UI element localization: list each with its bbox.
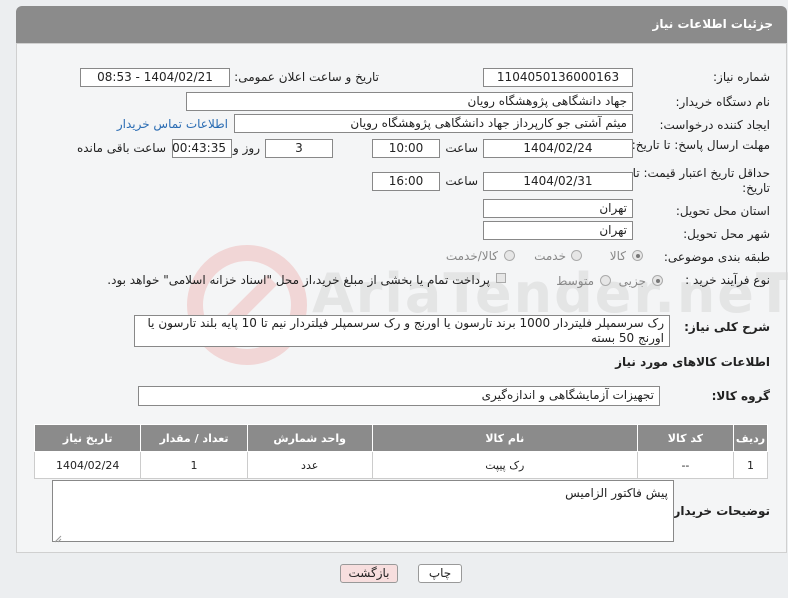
buyer-contact-link[interactable]: اطلاعات تماس خریدار: [117, 117, 228, 131]
col-unit: واحد شمارش: [246, 424, 373, 452]
deadline-label: مهلت ارسال پاسخ: تا تاریخ:: [631, 138, 770, 152]
treasury-text: پرداخت تمام یا بخشی از مبلغ خرید،از محل …: [107, 273, 490, 287]
col-qty: تعداد / مقدار: [140, 424, 248, 452]
watermark-logo: [182, 240, 312, 370]
category-radio-goods[interactable]: [632, 250, 643, 261]
cell-name: رک پیپت: [371, 451, 638, 479]
province-field: تهران: [483, 199, 633, 218]
category-option-goods: کالا: [609, 249, 626, 263]
goods-table-wrap: ردیف کد کالا نام کالا واحد شمارش تعداد /…: [33, 424, 769, 479]
days-label: روز و: [233, 141, 260, 155]
category-option-service: خدمت: [534, 249, 566, 263]
deadline-time-field: 10:00: [372, 139, 440, 158]
goods-section-title: اطلاعات کالاهای مورد نیاز: [615, 355, 770, 369]
deadline-time-label: ساعت: [445, 141, 478, 155]
description-label: شرح کلی نیاز:: [684, 320, 770, 334]
goods-table-header: ردیف کد کالا نام کالا واحد شمارش تعداد /…: [33, 424, 769, 452]
announce-label: تاریخ و ساعت اعلان عمومی:: [234, 70, 379, 84]
goods-table: ردیف کد کالا نام کالا واحد شمارش تعداد /…: [33, 424, 769, 479]
col-row: ردیف: [732, 424, 769, 452]
cell-row: 1: [732, 451, 769, 479]
cell-unit: عدد: [246, 451, 373, 479]
back-button[interactable]: بازگشت: [340, 564, 398, 583]
table-row: 1 -- رک پیپت عدد 1 1404/02/24: [33, 451, 769, 479]
cell-code: --: [636, 451, 734, 479]
need-number-field: 1104050136000163: [483, 68, 633, 87]
page-header: جزئیات اطلاعات نیاز: [16, 6, 787, 43]
days-field: 3: [265, 139, 333, 158]
price-time-label: ساعت: [445, 174, 478, 188]
city-field: تهران: [483, 221, 633, 240]
cell-date: 1404/02/24: [33, 451, 142, 479]
creator-field: میثم آشتی جو کارپرداز جهاد دانشگاهی پژوه…: [234, 114, 633, 133]
need-number-label: شماره نیاز:: [713, 70, 770, 84]
price-date-field: 1404/02/31: [483, 172, 633, 191]
remaining-label: ساعت باقی مانده: [76, 141, 166, 155]
category-radio-service[interactable]: [571, 250, 582, 261]
category-label: طبقه بندی موضوعی:: [663, 250, 770, 264]
deadline-date-field: 1404/02/24: [483, 139, 633, 158]
goods-group-field: تجهیزات آزمایشگاهی و اندازه‌گیری: [138, 386, 660, 406]
cell-qty: 1: [140, 451, 248, 479]
province-label: استان محل تحویل:: [675, 204, 770, 218]
city-label: شهر محل تحویل:: [683, 227, 770, 241]
col-code: کد کالا: [636, 424, 734, 452]
announce-field: 1404/02/21 - 08:53: [80, 68, 230, 87]
description-field: رک سرسمپلر فلیتردار 1000 برند تارسون یا …: [134, 315, 670, 347]
buyer-notes-field[interactable]: پیش فاکتور الزامیس: [52, 480, 674, 542]
goods-group-label: گروه کالا:: [711, 389, 770, 403]
category-radio-goods-service[interactable]: [504, 250, 515, 261]
creator-label: ایجاد کننده درخواست:: [659, 118, 770, 132]
price-time-field: 16:00: [372, 172, 440, 191]
col-name: نام کالا: [371, 424, 638, 452]
treasury-checkbox[interactable]: [496, 273, 506, 283]
buyer-org-field: جهاد دانشگاهی پژوهشگاه رویان: [186, 92, 633, 111]
process-option-minor: جزیی: [618, 274, 646, 288]
buyer-org-label: نام دستگاه خریدار:: [675, 95, 771, 109]
category-option-goods-service: کالا/خدمت: [445, 249, 498, 263]
process-radio-medium[interactable]: [600, 275, 611, 286]
remaining-time-field: 00:43:35: [172, 139, 232, 158]
process-label: نوع فرآیند خرید :: [685, 273, 770, 287]
print-button[interactable]: چاپ: [418, 564, 462, 583]
buyer-notes-label: توضیحات خریدار:: [668, 504, 770, 518]
page-title: جزئیات اطلاعات نیاز: [652, 17, 773, 31]
price-validity-label: حداقل تاریخ اعتبار قیمت: تا تاریخ:: [632, 166, 770, 195]
col-date: تاریخ نیاز: [33, 424, 142, 452]
resize-handle-icon[interactable]: [54, 532, 62, 543]
process-radio-minor[interactable]: [652, 275, 663, 286]
process-option-medium: متوسط: [556, 274, 594, 288]
